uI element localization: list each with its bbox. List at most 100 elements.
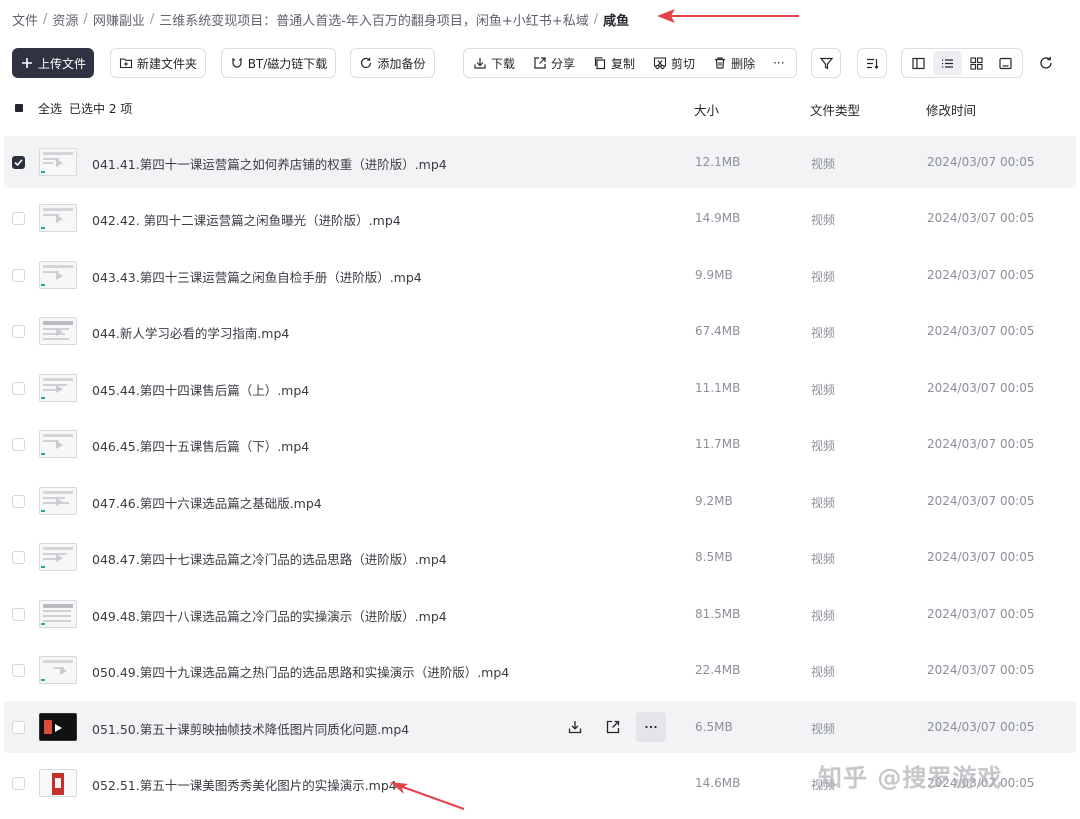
table-row[interactable]: 045.44.第四十四课售后篇（上）.mp4 11.1MB 视频 2024/03… xyxy=(4,362,1076,414)
copy-button[interactable]: 复制 xyxy=(584,49,644,77)
scissors-icon xyxy=(653,56,667,70)
row-checkbox[interactable] xyxy=(12,269,25,282)
file-modified-time: 2024/03/07 00:05 xyxy=(927,494,1035,508)
share-button[interactable]: 分享 xyxy=(524,49,584,77)
new-folder-button[interactable]: 新建文件夹 xyxy=(110,48,206,78)
row-checkbox[interactable] xyxy=(12,325,25,338)
file-name[interactable]: 043.43.第四十三课运营篇之闲鱼自检手册（进阶版）.mp4 xyxy=(92,267,422,286)
row-download-button[interactable] xyxy=(560,712,590,742)
breadcrumb-item-resources[interactable]: 资源 xyxy=(52,10,78,29)
file-modified-time: 2024/03/07 00:05 xyxy=(927,663,1035,677)
file-type: 视频 xyxy=(811,552,836,566)
magnet-icon xyxy=(230,56,244,70)
table-row[interactable]: 042.42. 第四十二课运营篇之闲鱼曝光（进阶版）.mp4 14.9MB 视频… xyxy=(4,192,1076,244)
annotation-arrow-bottom xyxy=(390,782,465,810)
select-all-checkbox[interactable] xyxy=(13,102,25,114)
download-label: 下载 xyxy=(491,56,516,71)
download-button[interactable]: 下载 xyxy=(464,49,524,77)
breadcrumb-item-side-business[interactable]: 网赚副业 xyxy=(93,10,145,29)
breadcrumb-separator: / xyxy=(593,11,599,27)
file-modified-time: 2024/03/07 00:05 xyxy=(927,155,1035,169)
row-checkbox[interactable] xyxy=(12,551,25,564)
view-columns-button[interactable] xyxy=(904,51,933,75)
table-row[interactable]: 043.43.第四十三课运营篇之闲鱼自检手册（进阶版）.mp4 9.9MB 视频… xyxy=(4,249,1076,301)
file-name[interactable]: 051.50.第五十课剪映抽帧技术降低图片同质化问题.mp4 xyxy=(92,719,409,738)
upload-file-button[interactable]: 上传文件 xyxy=(12,48,94,78)
view-list-button[interactable] xyxy=(933,51,962,75)
video-thumbnail xyxy=(39,261,77,289)
file-name[interactable]: 050.49.第四十九课选品篇之热门品的选品思路和实操演示（进阶版）.mp4 xyxy=(92,662,509,681)
more-actions-button[interactable]: ··· xyxy=(764,49,793,77)
file-size: 14.9MB xyxy=(695,211,741,225)
file-name[interactable]: 047.46.第四十六课选品篇之基础版.mp4 xyxy=(92,493,322,512)
plus-icon xyxy=(20,56,34,70)
file-type: 视频 xyxy=(811,665,836,679)
row-checkbox[interactable] xyxy=(12,664,25,677)
filter-button[interactable] xyxy=(811,48,841,78)
file-name[interactable]: 048.47.第四十七课选品篇之冷门品的选品思路（进阶版）.mp4 xyxy=(92,549,447,568)
row-share-button[interactable] xyxy=(598,712,628,742)
file-name[interactable]: 046.45.第四十五课售后篇（下）.mp4 xyxy=(92,436,309,455)
row-checkbox[interactable] xyxy=(12,721,25,734)
cut-button[interactable]: 剪切 xyxy=(644,49,704,77)
video-thumbnail xyxy=(39,713,77,741)
file-modified-time: 2024/03/07 00:05 xyxy=(927,607,1035,621)
video-thumbnail xyxy=(39,317,77,345)
view-preview-button[interactable] xyxy=(991,51,1020,75)
video-thumbnail xyxy=(39,374,77,402)
file-name[interactable]: 052.51.第五十一课美图秀秀美化图片的实操演示.mp4 xyxy=(92,775,397,794)
file-type: 视频 xyxy=(811,270,836,284)
column-header-size[interactable]: 大小 xyxy=(694,100,719,119)
file-name[interactable]: 044.新人学习必看的学习指南.mp4 xyxy=(92,323,289,342)
file-type: 视频 xyxy=(811,496,836,510)
row-checkbox[interactable] xyxy=(12,777,25,790)
file-modified-time: 2024/03/07 00:05 xyxy=(927,211,1035,225)
column-header-type[interactable]: 文件类型 xyxy=(810,100,860,119)
selection-count: 已选中 2 项 xyxy=(69,102,133,116)
view-grid-button[interactable] xyxy=(962,51,991,75)
file-size: 11.7MB xyxy=(695,437,741,451)
upload-file-label: 上传文件 xyxy=(37,56,86,71)
row-checkbox[interactable] xyxy=(12,608,25,621)
refresh-button[interactable] xyxy=(1036,53,1056,73)
row-checkbox[interactable] xyxy=(12,156,25,169)
table-row[interactable]: 050.49.第四十九课选品篇之热门品的选品思路和实操演示（进阶版）.mp4 2… xyxy=(4,644,1076,696)
row-checkbox[interactable] xyxy=(12,382,25,395)
video-thumbnail xyxy=(39,487,77,515)
video-thumbnail xyxy=(39,148,77,176)
list-header: 全选 已选中 2 项 大小 文件类型 修改时间 xyxy=(0,96,1080,120)
row-checkbox[interactable] xyxy=(12,438,25,451)
file-size: 9.2MB xyxy=(695,494,733,508)
file-name[interactable]: 041.41.第四十一课运营篇之如何养店铺的权重（进阶版）.mp4 xyxy=(92,154,447,173)
sort-button[interactable] xyxy=(857,48,887,78)
file-name[interactable]: 045.44.第四十四课售后篇（上）.mp4 xyxy=(92,380,309,399)
delete-button[interactable]: 删除 xyxy=(704,49,764,77)
breadcrumb-item-project[interactable]: 三维系统变现项目：普通人首选-年入百万的翻身项目，闲鱼+小红书+私域 xyxy=(159,10,588,29)
table-row[interactable]: 047.46.第四十六课选品篇之基础版.mp4 9.2MB 视频 2024/03… xyxy=(4,475,1076,527)
row-more-button[interactable] xyxy=(636,712,666,742)
video-thumbnail xyxy=(39,600,77,628)
file-name[interactable]: 042.42. 第四十二课运营篇之闲鱼曝光（进阶版）.mp4 xyxy=(92,210,401,229)
breadcrumb-separator: / xyxy=(43,11,48,27)
table-row[interactable]: 041.41.第四十一课运营篇之如何养店铺的权重（进阶版）.mp4 12.1MB… xyxy=(4,136,1076,188)
column-header-modified[interactable]: 修改时间 xyxy=(926,100,976,119)
table-row[interactable]: 049.48.第四十八课选品篇之冷门品的实操演示（进阶版）.mp4 81.5MB… xyxy=(4,588,1076,640)
bt-magnet-download-button[interactable]: BT/磁力链下载 xyxy=(221,48,336,78)
file-modified-time: 2024/03/07 00:05 xyxy=(927,268,1035,282)
row-checkbox[interactable] xyxy=(12,495,25,508)
breadcrumb-item-files[interactable]: 文件 xyxy=(12,10,38,29)
grid-icon xyxy=(970,56,983,70)
table-row[interactable]: 046.45.第四十五课售后篇（下）.mp4 11.7MB 视频 2024/03… xyxy=(4,418,1076,470)
table-row[interactable]: 051.50.第五十课剪映抽帧技术降低图片同质化问题.mp4 6.5MB 视频 … xyxy=(4,701,1076,753)
table-row[interactable]: 048.47.第四十七课选品篇之冷门品的选品思路（进阶版）.mp4 8.5MB … xyxy=(4,531,1076,583)
table-row[interactable]: 044.新人学习必看的学习指南.mp4 67.4MB 视频 2024/03/07… xyxy=(4,305,1076,357)
select-all-label[interactable]: 全选 xyxy=(38,100,62,117)
add-backup-button[interactable]: 添加备份 xyxy=(350,48,435,78)
row-checkbox[interactable] xyxy=(12,212,25,225)
file-name[interactable]: 049.48.第四十八课选品篇之冷门品的实操演示（进阶版）.mp4 xyxy=(92,606,447,625)
download-icon xyxy=(568,721,582,734)
video-thumbnail xyxy=(39,204,77,232)
share-icon xyxy=(606,720,620,734)
file-type: 视频 xyxy=(811,722,836,736)
filter-icon xyxy=(819,57,833,70)
